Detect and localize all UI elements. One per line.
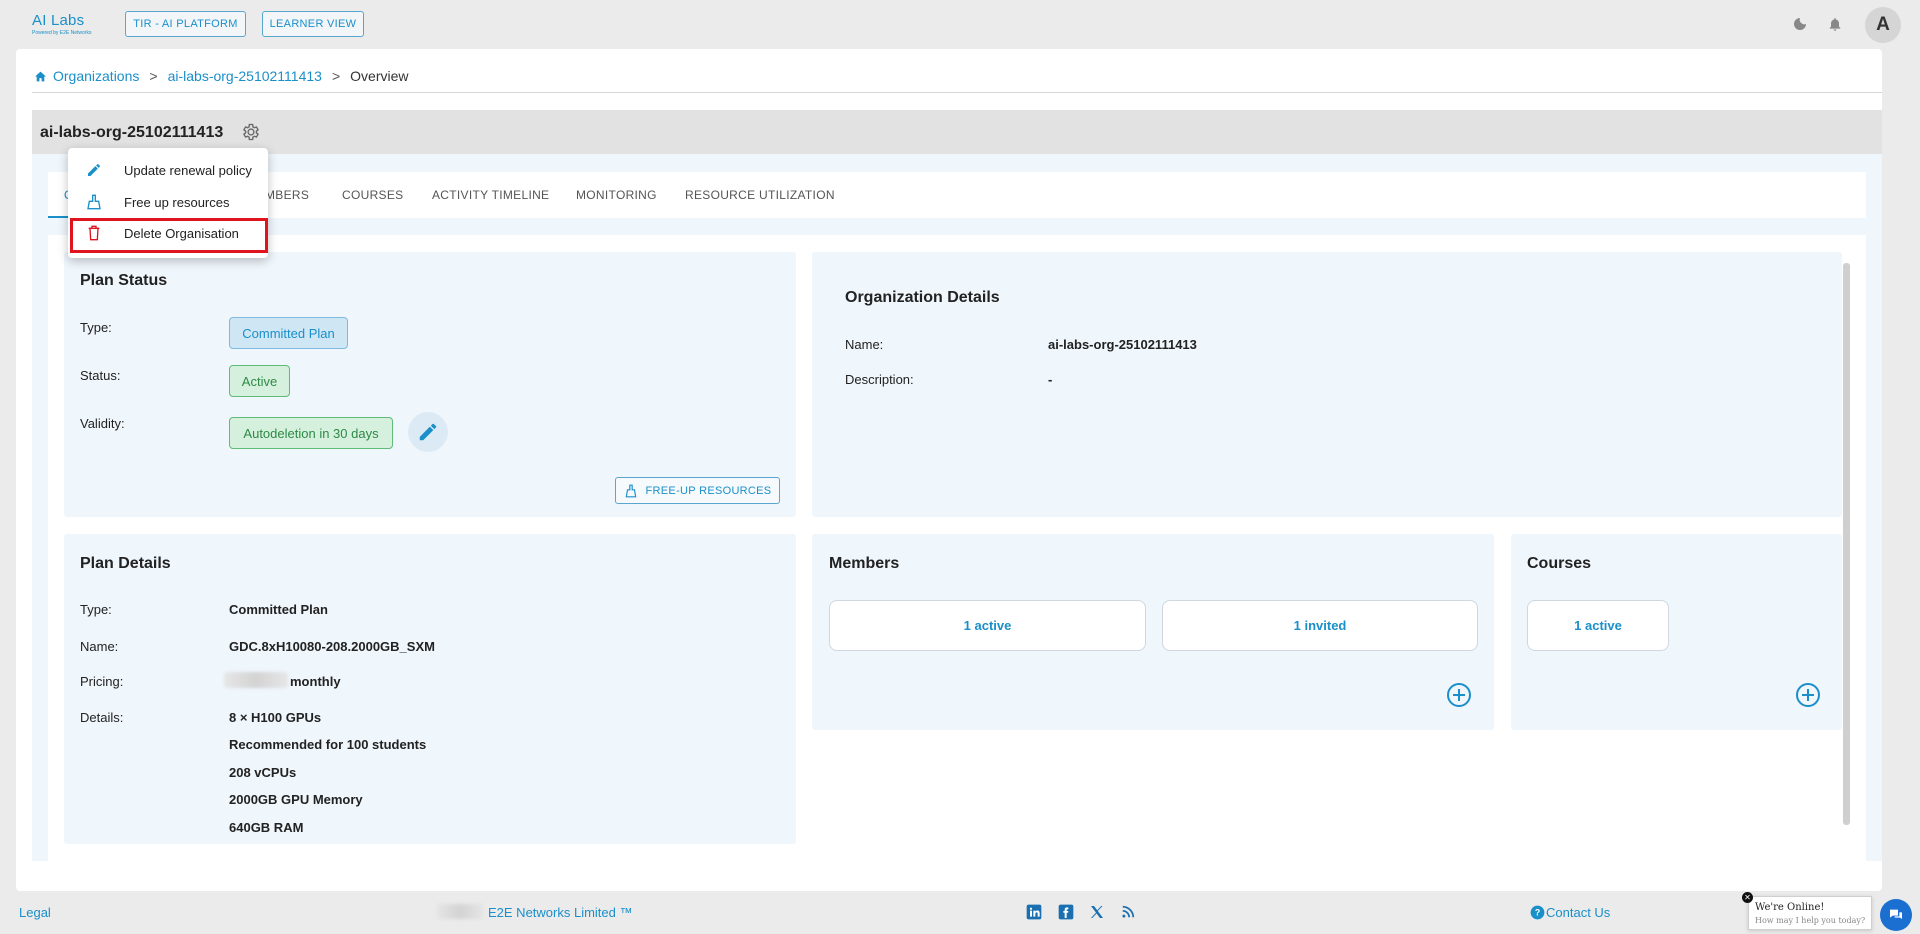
members-invited-box[interactable]: 1 invited bbox=[1162, 600, 1478, 651]
plan-status-badge: Active bbox=[229, 365, 290, 397]
tir-platform-button[interactable]: TIR - AI PLATFORM bbox=[125, 11, 246, 37]
org-description-label: Description: bbox=[845, 372, 914, 387]
help-circle-icon: ? bbox=[1528, 903, 1546, 921]
org-name-value: ai-labs-org-25102111413 bbox=[1048, 337, 1197, 352]
chat-help-text: How may I help you today? bbox=[1755, 916, 1866, 925]
content-scrollbar[interactable] bbox=[1843, 263, 1850, 825]
facebook-icon[interactable] bbox=[1057, 903, 1075, 921]
breadcrumb-separator: > bbox=[149, 68, 158, 84]
courses-active-box[interactable]: 1 active bbox=[1527, 600, 1669, 651]
plan-spec-line: 2000GB GPU Memory bbox=[229, 792, 363, 807]
org-title: ai-labs-org-25102111413 bbox=[40, 124, 224, 141]
plan-details-pricing-value: monthly bbox=[290, 674, 341, 689]
breadcrumb-organizations-link[interactable]: Organizations bbox=[53, 68, 139, 84]
app-logo[interactable]: AI Labs Powered by E2E Networks bbox=[32, 12, 98, 42]
free-up-resources-label: FREE-UP RESOURCES bbox=[645, 484, 772, 497]
user-avatar[interactable]: A bbox=[1865, 7, 1901, 43]
plan-details-title: Plan Details bbox=[80, 555, 171, 572]
plan-spec-line: 640GB RAM bbox=[229, 820, 304, 835]
add-course-button[interactable] bbox=[1793, 680, 1823, 710]
org-header-bar bbox=[32, 110, 1882, 154]
edit-validity-button[interactable] bbox=[408, 412, 448, 452]
plan-details-type-value: Committed Plan bbox=[229, 602, 328, 617]
plan-validity-label: Validity: bbox=[80, 416, 125, 431]
notifications-bell-icon[interactable] bbox=[1825, 14, 1845, 34]
members-active-box[interactable]: 1 active bbox=[829, 600, 1146, 651]
plan-spec-line: 8 × H100 GPUs bbox=[229, 710, 322, 725]
chat-widget[interactable]: We're Online! How may I help you today? bbox=[1748, 896, 1872, 930]
plan-spec-line: 208 vCPUs bbox=[229, 765, 297, 780]
broom-icon bbox=[625, 484, 636, 497]
chat-bubble-button[interactable] bbox=[1880, 899, 1912, 931]
plan-details-name-value: GDC.8xH10080-208.2000GB_SXM bbox=[229, 639, 435, 654]
org-name-label: Name: bbox=[845, 337, 884, 352]
plan-details-type-label: Type: bbox=[80, 602, 112, 617]
delete-highlight-box bbox=[70, 218, 268, 253]
breadcrumb-org-link[interactable]: ai-labs-org-25102111413 bbox=[168, 68, 322, 84]
learner-view-button[interactable]: LEARNER VIEW bbox=[262, 11, 364, 37]
plan-details-details-label: Details: bbox=[80, 710, 124, 725]
footer-contact-link[interactable]: Contact Us bbox=[1546, 905, 1610, 920]
breadcrumb-current: Overview bbox=[350, 68, 409, 84]
tabs-bar bbox=[48, 172, 1866, 218]
plan-type-label: Type: bbox=[80, 320, 112, 335]
menu-item-label: Free up resources bbox=[124, 194, 230, 210]
footer-legal-link[interactable]: Legal bbox=[19, 905, 51, 920]
chat-online-text: We're Online! bbox=[1755, 902, 1825, 913]
x-twitter-icon[interactable] bbox=[1088, 903, 1106, 921]
plus-circle-icon bbox=[1796, 683, 1820, 707]
tab-monitoring[interactable]: MONITORING bbox=[576, 188, 657, 202]
tab-activity-timeline[interactable]: ACTIVITY TIMELINE bbox=[432, 188, 549, 202]
members-title: Members bbox=[829, 555, 900, 572]
menu-item-update-renewal-policy[interactable]: Update renewal policy bbox=[68, 155, 268, 185]
add-member-button[interactable] bbox=[1444, 680, 1474, 710]
pencil-icon bbox=[84, 160, 104, 180]
org-description-value: - bbox=[1048, 372, 1053, 387]
plan-details-panel bbox=[64, 534, 796, 844]
footer-logo-redacted bbox=[436, 904, 484, 919]
logo-text: AI Labs bbox=[32, 12, 85, 29]
plus-circle-icon bbox=[1447, 683, 1471, 707]
plan-details-pricing-label: Pricing: bbox=[80, 674, 124, 689]
pricing-redacted bbox=[224, 672, 288, 688]
plan-status-title: Plan Status bbox=[80, 272, 168, 289]
plan-status-label: Status: bbox=[80, 368, 121, 383]
plan-spec-line: Recommended for 100 students bbox=[229, 737, 427, 752]
org-details-title: Organization Details bbox=[845, 289, 1000, 306]
home-icon bbox=[35, 71, 46, 81]
chat-close-icon[interactable]: ✕ bbox=[1742, 892, 1753, 903]
menu-item-label: Update renewal policy bbox=[124, 162, 252, 178]
logo-subtext: Powered by E2E Networks bbox=[32, 30, 92, 36]
broom-icon bbox=[84, 192, 104, 212]
tab-courses[interactable]: COURSES bbox=[342, 188, 403, 202]
breadcrumb-separator: > bbox=[331, 68, 341, 84]
rss-icon[interactable] bbox=[1119, 903, 1137, 921]
menu-item-free-up-resources[interactable]: Free up resources bbox=[68, 187, 268, 217]
courses-title: Courses bbox=[1527, 555, 1592, 572]
tab-resource-utilization[interactable]: RESOURCE UTILIZATION bbox=[685, 188, 835, 202]
svg-text:?: ? bbox=[1534, 907, 1539, 917]
footer-company-link[interactable]: E2E Networks Limited ™ bbox=[488, 905, 633, 920]
settings-gear-icon[interactable] bbox=[241, 122, 261, 142]
tab-members[interactable]: MBERS bbox=[265, 188, 309, 202]
chat-icon bbox=[1890, 909, 1902, 919]
dark-mode-icon[interactable] bbox=[1790, 14, 1810, 34]
plan-details-name-label: Name: bbox=[80, 639, 119, 654]
pencil-icon bbox=[419, 423, 437, 441]
plan-validity-badge: Autodeletion in 30 days bbox=[229, 417, 393, 449]
free-up-resources-button[interactable]: FREE-UP RESOURCES bbox=[615, 477, 780, 504]
breadcrumb: Organizations > ai-labs-org-25102111413 … bbox=[34, 66, 409, 86]
linkedin-icon[interactable] bbox=[1025, 903, 1043, 921]
breadcrumb-divider bbox=[32, 92, 1882, 93]
plan-type-badge: Committed Plan bbox=[229, 317, 348, 349]
